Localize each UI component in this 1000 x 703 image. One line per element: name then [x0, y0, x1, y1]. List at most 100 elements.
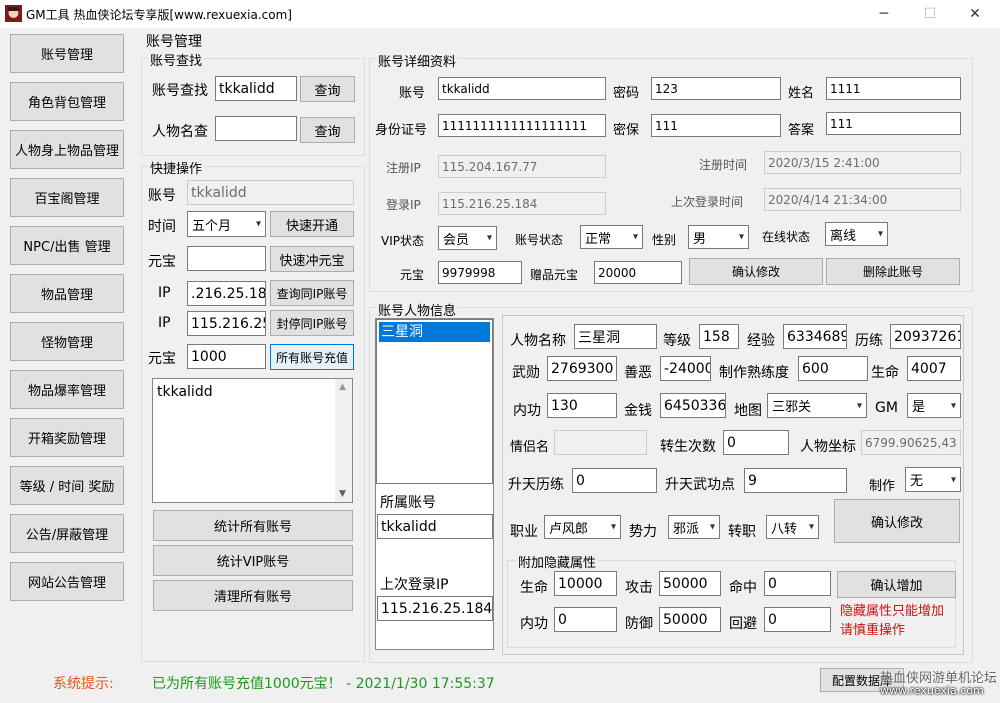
regip-label: 注册IP — [386, 161, 421, 175]
char-search-label: 人物名查 — [152, 124, 208, 140]
chevron-down-icon: ▾ — [950, 400, 956, 411]
faction-select[interactable]: 邪派 ▾ — [668, 515, 720, 539]
quick-yb2-input[interactable]: 1000 — [187, 344, 266, 369]
clean-all-button[interactable]: 清理所有账号 — [153, 580, 353, 611]
history-input[interactable]: 20937261 — [890, 324, 961, 349]
sidebar-item-char-equip[interactable]: 人物身上物品管理 — [10, 130, 124, 169]
money-label: 金钱 — [624, 403, 652, 419]
rebirth-input[interactable]: 0 — [723, 430, 789, 455]
all-accounts-recharge-button[interactable]: 所有账号充值 — [270, 344, 354, 370]
level-input[interactable]: 158 — [699, 324, 739, 349]
sidebar-item-level-time-reward[interactable]: 等级 / 时间 奖励 — [10, 466, 124, 505]
quick-log-textarea[interactable]: tkkalidd ▲ ▼ — [152, 378, 353, 503]
sidebar-item-account[interactable]: 账号管理 — [10, 34, 124, 73]
char-confirm-button[interactable]: 确认修改 — [834, 499, 960, 543]
ascend-pts-label: 升天武功点 — [665, 477, 735, 493]
char-list[interactable]: 三星洞 — [376, 319, 493, 484]
hidden-hp-input[interactable]: 10000 — [554, 571, 617, 596]
answer-input[interactable]: 111 — [826, 112, 961, 135]
time-select[interactable]: 五个月 ▾ — [187, 211, 266, 237]
char-search-input[interactable] — [215, 116, 297, 141]
sidebar-item-notice-filter[interactable]: 公告/屏蔽管理 — [10, 514, 124, 553]
stat-vip-button[interactable]: 统计VIP账号 — [153, 545, 353, 576]
sidebar-item-drop-rate[interactable]: 物品爆率管理 — [10, 370, 124, 409]
wuxun-input[interactable]: 2769300 — [547, 356, 617, 381]
hidden-dodge-input[interactable]: 0 — [764, 607, 831, 632]
craft-label: 制作熟练度 — [719, 365, 789, 381]
ip1-label: IP — [158, 285, 171, 301]
char-list-item[interactable]: 三星洞 — [379, 322, 490, 342]
ascend-pts-input[interactable]: 9 — [744, 468, 847, 493]
stat-all-button[interactable]: 统计所有账号 — [153, 510, 353, 541]
sidebar-item-shop[interactable]: 百宝阁管理 — [10, 178, 124, 217]
query-same-ip-button[interactable]: 查询同IP账号 — [270, 280, 354, 306]
job-select-value: 卢风郎 — [549, 521, 589, 537]
scroll-up-icon: ▲ — [339, 382, 346, 392]
quick-recharge-button[interactable]: 快速冲元宝 — [270, 246, 354, 272]
detail-confirm-button[interactable]: 确认修改 — [689, 258, 823, 285]
sidebar-item-char-bag[interactable]: 角色背包管理 — [10, 82, 124, 121]
hp-input[interactable]: 4007 — [907, 356, 961, 381]
hidden-add-button[interactable]: 确认增加 — [837, 571, 956, 598]
lastip-input[interactable]: 115.216.25.184 — [377, 596, 493, 621]
name-input[interactable]: 1111 — [826, 77, 961, 100]
promo-label: 转职 — [728, 524, 756, 540]
ban-same-ip-button[interactable]: 封停同IP账号 — [270, 310, 354, 336]
hidden-atk-input[interactable]: 50000 — [659, 571, 721, 596]
money-input[interactable]: 6450336 — [660, 393, 726, 418]
history-label: 历练 — [855, 333, 883, 349]
hidden-hit-input[interactable]: 0 — [764, 571, 831, 596]
account-status-select[interactable]: 正常 ▾ — [580, 225, 643, 249]
ip1-input[interactable]: .216.25.184 — [187, 281, 266, 306]
map-select[interactable]: 三邪关 ▾ — [767, 393, 867, 418]
hidden-def-input[interactable]: 50000 — [659, 607, 721, 632]
delete-account-button[interactable]: 删除此账号 — [826, 258, 960, 285]
chevron-down-icon: ▾ — [255, 218, 261, 230]
secpwd-input[interactable]: 111 — [651, 114, 781, 137]
make-select[interactable]: 无 ▾ — [905, 467, 961, 492]
charname-input[interactable]: 三星洞 — [574, 324, 657, 349]
sidebar-item-monster[interactable]: 怪物管理 — [10, 322, 124, 361]
gift-yb-label: 赠品元宝 — [530, 268, 579, 282]
craft-input[interactable]: 600 — [798, 356, 868, 381]
gm-select[interactable]: 是 ▾ — [907, 393, 961, 418]
account-mgmt-title: 账号管理 — [146, 34, 202, 50]
quick-yb-input[interactable] — [187, 246, 266, 271]
ascend-input[interactable]: 0 — [572, 468, 657, 493]
hidden-ng-input[interactable]: 0 — [554, 607, 617, 632]
detail-yb-input[interactable]: 9979998 — [438, 261, 522, 284]
gender-select[interactable]: 男 ▾ — [688, 225, 749, 249]
hidden-dodge-label: 回避 — [729, 616, 757, 632]
promo-select[interactable]: 八转 ▾ — [766, 515, 819, 539]
sidebar-item-npc-sale[interactable]: NPC/出售 管理 — [10, 226, 124, 265]
regtime-field: 2020/3/15 2:41:00 — [764, 151, 961, 174]
quick-account-field: tkkalidd — [187, 180, 354, 205]
gm-label: GM — [875, 400, 898, 416]
account-query-button[interactable]: 查询 — [300, 76, 355, 102]
sidebar-item-item[interactable]: 物品管理 — [10, 274, 124, 313]
vip-select[interactable]: 会员 ▾ — [438, 226, 497, 250]
neigong-input[interactable]: 130 — [547, 393, 617, 418]
regip-field: 115.204.167.77 — [438, 155, 606, 178]
exp-input[interactable]: 6334689 — [783, 324, 847, 349]
sidebar-item-site-notice[interactable]: 网站公告管理 — [10, 562, 124, 601]
gift-yb-input[interactable]: 20000 — [594, 261, 682, 284]
minimize-button[interactable]: ─ — [861, 0, 907, 28]
search-group-title: 账号查找 — [148, 50, 205, 69]
detail-account-input[interactable]: tkkalidd — [438, 77, 606, 100]
id-input[interactable]: 1111111111111111111 — [438, 114, 606, 137]
quick-open-button[interactable]: 快速开通 — [270, 211, 354, 237]
account-search-input[interactable]: tkkalidd — [215, 76, 297, 101]
log-scrollbar[interactable]: ▲ ▼ — [335, 379, 352, 502]
close-button[interactable]: ✕ — [952, 0, 998, 28]
char-query-button[interactable]: 查询 — [300, 117, 355, 143]
online-select[interactable]: 离线 ▾ — [825, 222, 888, 246]
logintime-field: 2020/4/14 21:34:00 — [764, 188, 961, 211]
make-select-value: 无 — [910, 474, 924, 489]
sidebar-item-chest-reward[interactable]: 开箱奖励管理 — [10, 418, 124, 457]
ip2-input[interactable]: 115.216.25. — [187, 311, 266, 336]
job-select[interactable]: 卢风郎 ▾ — [544, 515, 621, 539]
shane-input[interactable]: -24000 — [660, 356, 711, 381]
owner-input[interactable]: tkkalidd — [377, 514, 493, 539]
pwd-input[interactable]: 123 — [651, 77, 781, 100]
